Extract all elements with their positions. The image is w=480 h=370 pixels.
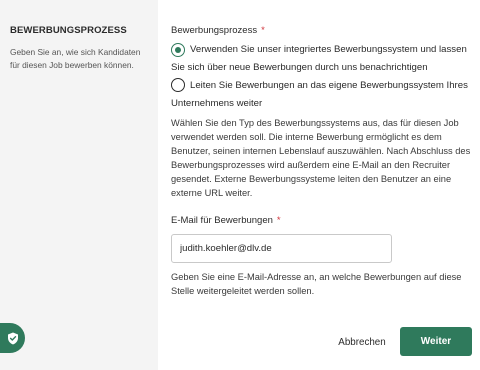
process-help-text: Wählen Sie den Typ des Bewerbungssystems…: [171, 118, 471, 198]
process-label: Bewerbungsprozess *: [171, 25, 265, 36]
radio-option-external[interactable]: Leiten Sie Bewerbungen an das eigene Bew…: [171, 77, 471, 113]
radio-button-external[interactable]: [171, 78, 185, 92]
shield-check-icon: [7, 332, 18, 344]
section-title: BEWERBUNGSPROZESS: [10, 25, 127, 36]
email-input[interactable]: [171, 234, 392, 263]
radio-option-internal-label: Verwenden Sie unser integriertes Bewerbu…: [171, 44, 467, 73]
radio-option-external-label: Leiten Sie Bewerbungen an das eigene Bew…: [171, 80, 468, 109]
email-label: E-Mail für Bewerbungen *: [171, 215, 281, 226]
section-description: Geben Sie an, wie sich Kandidaten für di…: [10, 47, 141, 70]
radio-button-internal[interactable]: [171, 43, 185, 57]
section-sidebar: BEWERBUNGSPROZESS Geben Sie an, wie sich…: [0, 0, 158, 370]
radio-option-internal[interactable]: Verwenden Sie unser integriertes Bewerbu…: [171, 41, 471, 77]
cancel-button[interactable]: Abbrechen: [328, 332, 396, 352]
required-mark: *: [276, 215, 281, 226]
required-mark: *: [261, 25, 265, 36]
email-help-text: Geben Sie eine E-Mail-Adresse an, an wel…: [171, 272, 462, 296]
next-button[interactable]: Weiter: [400, 327, 472, 356]
